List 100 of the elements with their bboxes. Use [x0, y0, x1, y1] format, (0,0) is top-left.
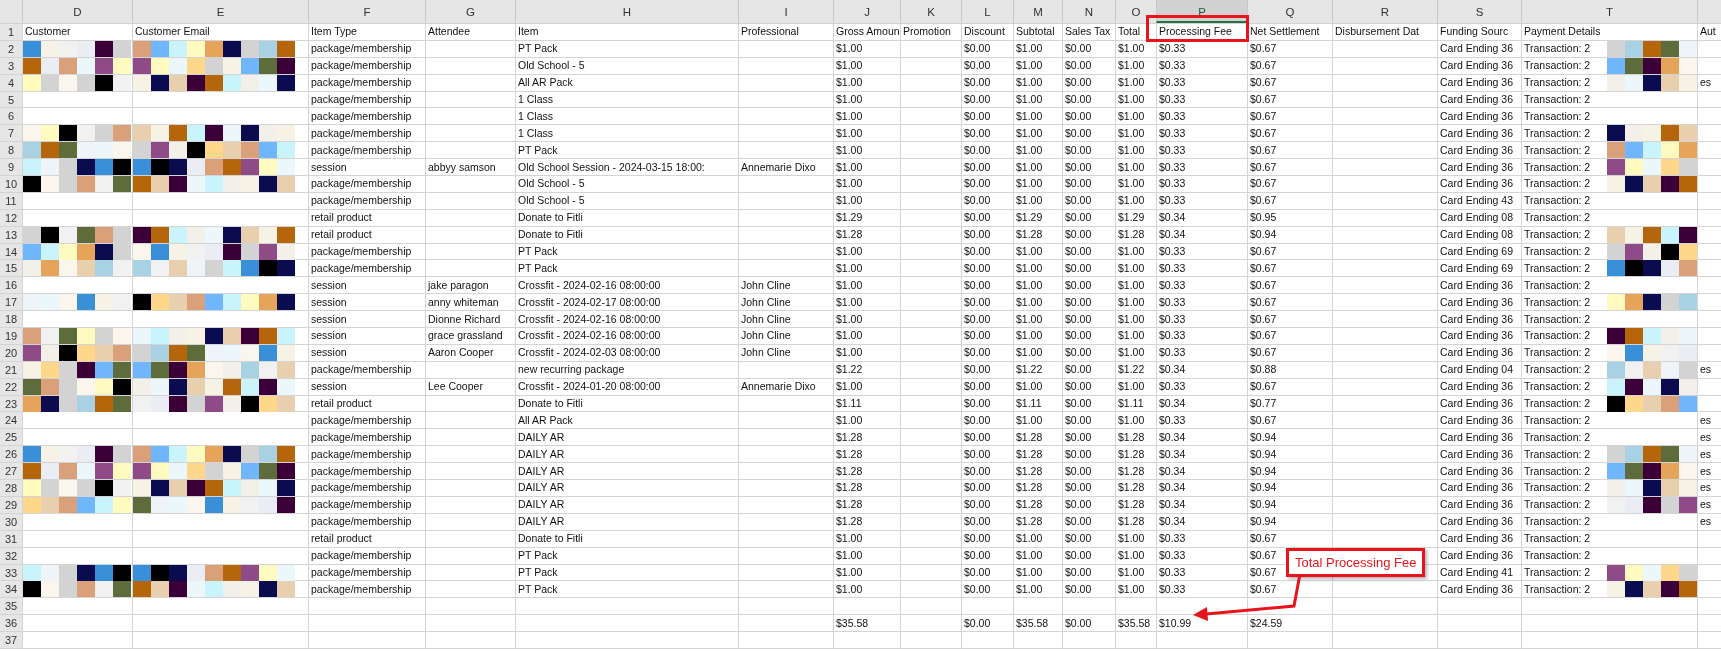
- column-header[interactable]: D: [22, 0, 132, 23]
- row-header[interactable]: 28: [0, 480, 22, 496]
- table-cell-text: $1.00: [835, 41, 863, 57]
- table-cell-text: Transaction: 2: [1523, 463, 1591, 479]
- row-header[interactable]: 24: [0, 412, 22, 429]
- table-cell-text: $0.00: [963, 379, 991, 395]
- row-header[interactable]: 18: [0, 311, 22, 328]
- column-header[interactable]: F: [308, 0, 425, 23]
- table-cell: jake paragon: [426, 277, 489, 293]
- table-cell-text: $0.00: [963, 463, 991, 479]
- table-cell-text: PT Pack: [517, 142, 558, 158]
- row-header[interactable]: 8: [0, 142, 22, 159]
- table-cell-text: $1.00: [1117, 58, 1145, 74]
- column-title: Professional: [740, 24, 799, 40]
- table-cell-text: $0.00: [1064, 75, 1092, 91]
- table-cell-text: John Cline: [740, 311, 791, 327]
- table-cell-text: $0.33: [1158, 176, 1186, 192]
- table-cell-text: $0.33: [1158, 412, 1186, 428]
- table-cell-text: retail product: [310, 210, 372, 226]
- column-header[interactable]: M: [1013, 0, 1062, 23]
- column-header[interactable]: T: [1521, 0, 1697, 23]
- table-cell-text: $1.28: [1117, 463, 1145, 479]
- table-cell-text: package/membership: [310, 260, 412, 276]
- table-cell-text: John Cline: [740, 277, 791, 293]
- table-cell-text: Transaction: 2: [1523, 176, 1591, 192]
- table-cell-text: $0.33: [1158, 548, 1186, 564]
- column-header[interactable]: S: [1437, 0, 1521, 23]
- row-header[interactable]: 9: [0, 159, 22, 175]
- table-cell-text: $1.00: [835, 75, 863, 91]
- table-cell-text: $1.00: [835, 564, 863, 580]
- table-cell-text: Card Ending 36: [1439, 446, 1513, 462]
- row-header[interactable]: 16: [0, 277, 22, 294]
- table-cell-text: $0.94: [1249, 429, 1277, 445]
- column-header[interactable]: J: [833, 0, 900, 23]
- table-cell-text: $0.00: [1064, 412, 1092, 428]
- table-cell-text: package/membership: [310, 480, 412, 496]
- table-cell-text: retail product: [310, 227, 372, 243]
- table-cell-text: Old School - 5: [517, 193, 585, 209]
- table-cell-text: package/membership: [310, 75, 412, 91]
- column-header[interactable]: Q: [1247, 0, 1332, 23]
- column-header[interactable]: L: [961, 0, 1013, 23]
- table-cell-text: es: [1699, 412, 1712, 428]
- table-cell-text: $1.28: [1117, 514, 1145, 530]
- table-cell-text: $0.00: [1064, 92, 1092, 107]
- row-header[interactable]: 17: [0, 294, 22, 311]
- column-header[interactable]: E: [132, 0, 308, 23]
- table-cell-text: $0.88: [1249, 362, 1277, 378]
- table-cell-text: $35.58: [1117, 615, 1151, 631]
- table-cell-text: 1 Class: [517, 92, 553, 107]
- row-header[interactable]: 10: [0, 176, 22, 192]
- table-cell-text: session: [310, 345, 347, 361]
- table-cell-text: $0.67: [1249, 379, 1277, 395]
- table-cell-text: $0.67: [1249, 412, 1277, 428]
- row-header[interactable]: 1: [0, 24, 22, 40]
- row-header[interactable]: 36: [0, 615, 22, 632]
- table-cell-text: $0.67: [1249, 244, 1277, 259]
- row-header[interactable]: 25: [0, 429, 22, 446]
- column-header[interactable]: G: [425, 0, 515, 23]
- row-header[interactable]: 27: [0, 463, 22, 480]
- table-cell-text: $0.33: [1158, 108, 1186, 124]
- table-cell-text: Transaction: 2: [1523, 514, 1591, 530]
- table-cell-text: Transaction: 2: [1523, 328, 1591, 344]
- row-header[interactable]: 37: [0, 632, 22, 648]
- table-cell-text: Card Ending 36: [1439, 41, 1513, 57]
- table-cell-text: $1.00: [1015, 311, 1043, 327]
- table-cell-text: PT Pack: [517, 548, 558, 564]
- column-header[interactable]: H: [515, 0, 738, 23]
- table-cell-text: Card Ending 36: [1439, 548, 1513, 564]
- table-cell-text: $1.00: [835, 311, 863, 327]
- table-cell-text: $1.28: [1015, 463, 1043, 479]
- table-cell-text: $0.33: [1158, 345, 1186, 361]
- table-cell-text: $1.00: [835, 328, 863, 344]
- row-header[interactable]: 15: [0, 260, 22, 277]
- row-header[interactable]: 26: [0, 446, 22, 463]
- column-header[interactable]: N: [1062, 0, 1115, 23]
- table-cell-text: $1.00: [1117, 260, 1145, 276]
- table-cell-text: DAILY AR: [517, 429, 565, 445]
- table-cell-text: $1.00: [1117, 193, 1145, 209]
- table-cell-text: $0.33: [1158, 58, 1186, 74]
- table-cell-text: $0.33: [1158, 159, 1186, 175]
- row-header[interactable]: 19: [0, 328, 22, 344]
- column-header[interactable]: I: [738, 0, 833, 23]
- row-header[interactable]: 7: [0, 125, 22, 142]
- table-cell-text: $1.00: [1117, 531, 1145, 547]
- column-header[interactable]: K: [900, 0, 961, 23]
- table-cell-text: Transaction: 2: [1523, 480, 1591, 496]
- table-cell-text: Crossfit - 2024-02-16 08:00:00: [517, 277, 661, 293]
- table-cell-text: $0.00: [963, 531, 991, 547]
- table-cell-text: $0.67: [1249, 564, 1277, 580]
- table-cell-text: Crossfit - 2024-02-16 08:00:00: [517, 328, 661, 344]
- row-header[interactable]: 35: [0, 598, 22, 615]
- table-cell-text: $35.58: [1015, 615, 1049, 631]
- table-cell-text: $1.00: [1015, 564, 1043, 580]
- row-header[interactable]: 34: [0, 581, 22, 598]
- row-header[interactable]: 6: [0, 108, 22, 125]
- table-cell-text: $1.00: [1015, 58, 1043, 74]
- table-cell-text: $1.00: [1117, 412, 1145, 428]
- table-cell-text: package/membership: [310, 446, 412, 462]
- table-cell-text: Transaction: 2: [1523, 564, 1591, 580]
- column-header[interactable]: R: [1332, 0, 1437, 23]
